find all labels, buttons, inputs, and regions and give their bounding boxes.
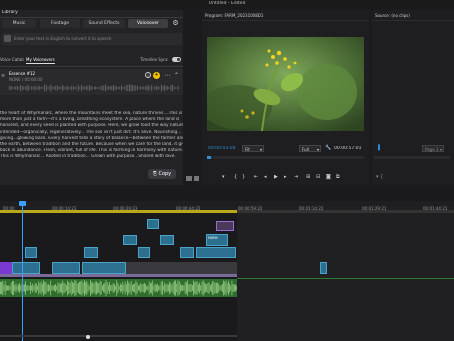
source-transport: ▾ { bbox=[376, 174, 384, 180]
source-scrubber[interactable] bbox=[374, 156, 450, 159]
work-area-bar[interactable] bbox=[0, 210, 237, 213]
timeline-ruler[interactable]: 00:00 00:00:14:23 00:00:29:23 00:00:44:2… bbox=[0, 201, 454, 211]
subtab-voice-catalog[interactable]: Voice Catalog bbox=[0, 57, 24, 62]
go-to-in-icon[interactable]: ⇤ bbox=[254, 173, 258, 181]
out-point-icon[interactable]: } bbox=[242, 173, 245, 181]
window-title: Untitled - Edited bbox=[208, 1, 246, 6]
voice-meta: NONE / 00:00:00 bbox=[9, 77, 43, 82]
timeline-panel: 00:00 00:00:14:23 00:00:29:23 00:00:44:2… bbox=[0, 190, 454, 341]
trash-icon[interactable] bbox=[194, 176, 199, 181]
tts-input[interactable]: Enter your text in English to convert it… bbox=[2, 33, 182, 45]
video-clip[interactable] bbox=[160, 235, 174, 245]
page-select[interactable]: Page 1 ▾ bbox=[422, 145, 444, 152]
tab-voiceover[interactable]: Voiceover bbox=[128, 19, 168, 28]
camera-icon[interactable]: ◙ bbox=[326, 173, 331, 181]
playhead-marker[interactable] bbox=[207, 156, 211, 159]
add-icon[interactable]: + bbox=[153, 72, 160, 79]
export-frame-icon[interactable]: ⧉ bbox=[336, 173, 340, 181]
tab-sound-effects[interactable]: Sound Effects bbox=[83, 19, 125, 28]
playhead-handle[interactable] bbox=[19, 201, 26, 206]
play-icon[interactable]: ▶ bbox=[274, 173, 278, 181]
timeline-empty-area bbox=[237, 213, 454, 341]
quality-select[interactable]: Full ▾ bbox=[299, 145, 321, 152]
in-point-icon[interactable]: { bbox=[234, 173, 237, 181]
video-clip[interactable] bbox=[216, 221, 234, 231]
insert-icon[interactable]: ⊞ bbox=[306, 173, 310, 181]
video-track-gap bbox=[126, 262, 237, 274]
source-title: Source: (no clips) bbox=[375, 13, 410, 18]
source-monitor: Source: (no clips) ▐ Page 1 ▾ ▾ { bbox=[372, 10, 454, 185]
tab-music[interactable]: Music bbox=[2, 19, 36, 28]
step-forward-icon[interactable]: ▸ bbox=[284, 173, 287, 181]
program-monitor: Program: FARM_20231008D1 00:00:03:04 Fit… bbox=[202, 10, 369, 185]
video-clip[interactable] bbox=[25, 247, 37, 258]
duration-timecode: 00:00:57:01 bbox=[334, 146, 362, 151]
video-clip[interactable] bbox=[82, 262, 126, 274]
source-play-icon[interactable]: ▐ bbox=[376, 145, 382, 152]
timeline-scrollbar[interactable] bbox=[0, 335, 237, 337]
video-clip[interactable] bbox=[320, 262, 327, 274]
program-title: Program: FARM_20231008D1 bbox=[205, 13, 264, 18]
clip-label: FARM bbox=[208, 236, 218, 240]
current-timecode: 00:00:03:04 bbox=[208, 146, 236, 151]
timeline-sync-toggle[interactable] bbox=[172, 57, 181, 62]
title-clip[interactable] bbox=[0, 262, 12, 274]
divider bbox=[0, 66, 183, 67]
transport-controls: ▾ { } ⇤ ◂ ▶ ▸ ⇥ ⊞ ⊟ ◙ ⧉ bbox=[222, 173, 362, 181]
transcript-line: honored, and every seed is planted with … bbox=[0, 123, 183, 129]
copy-button[interactable]: ⎘ Copy bbox=[148, 169, 176, 179]
zoom-select[interactable]: Fit ▾ bbox=[242, 145, 264, 152]
video-frame bbox=[207, 37, 364, 131]
voiceover-item[interactable]: ≋ Essence #12 NONE / 00:00:00 i + ⋯ ⌃ bbox=[0, 69, 183, 95]
video-clip[interactable] bbox=[147, 219, 159, 229]
scroll-handle[interactable] bbox=[86, 335, 90, 339]
audio-track-line bbox=[237, 278, 454, 279]
video-clip[interactable] bbox=[196, 247, 236, 258]
video-clip[interactable]: FARM bbox=[206, 234, 228, 246]
copy-icon: ⎘ bbox=[152, 171, 157, 177]
transcript-line: This is Whymanalc... Rooted in tradition… bbox=[0, 154, 176, 160]
subtab-my-voiceovers[interactable]: My Voiceovers bbox=[26, 57, 60, 62]
scrubber-track[interactable] bbox=[207, 156, 364, 159]
wrench-icon[interactable]: 🔧 bbox=[325, 144, 331, 152]
playhead[interactable] bbox=[22, 201, 23, 341]
transcript: the heart of Whymanalc, where the mounta… bbox=[0, 111, 183, 167]
video-clip[interactable] bbox=[84, 247, 98, 258]
transcript-line: intended—organically, regeneratively... … bbox=[0, 129, 182, 135]
track-divider bbox=[0, 274, 237, 277]
tts-input-placeholder: Enter your text in English to convert it… bbox=[14, 36, 112, 41]
title-bar: Untitled - Edited bbox=[0, 0, 454, 9]
marker-icon[interactable]: ▾ bbox=[222, 173, 225, 181]
settings-gear-icon[interactable]: ⚙ bbox=[171, 19, 180, 28]
voice-name: Essence #12 bbox=[9, 71, 36, 76]
audio-wave-icon: ≋ bbox=[1, 73, 6, 79]
video-clip[interactable] bbox=[52, 262, 80, 274]
divider bbox=[0, 17, 183, 18]
tab-footage[interactable]: Footage bbox=[40, 19, 80, 28]
more-icon[interactable]: ⋯ bbox=[163, 71, 172, 80]
audio-waveform bbox=[0, 280, 237, 296]
library-panel: Library Music Footage Sound Effects Voic… bbox=[0, 10, 183, 185]
go-to-out-icon[interactable]: ⇥ bbox=[294, 173, 298, 181]
chevron-up-icon[interactable]: ⌃ bbox=[172, 71, 181, 80]
video-clip[interactable] bbox=[180, 247, 194, 258]
folder-icon[interactable] bbox=[186, 176, 192, 181]
video-clip[interactable] bbox=[12, 262, 40, 274]
info-icon[interactable]: i bbox=[145, 72, 151, 78]
audio-clip-music[interactable] bbox=[0, 279, 237, 297]
prompt-icon bbox=[4, 35, 11, 42]
subtab-underline bbox=[26, 63, 55, 64]
overwrite-icon[interactable]: ⊟ bbox=[316, 173, 320, 181]
voice-waveform bbox=[9, 84, 179, 92]
video-clip[interactable] bbox=[123, 235, 137, 245]
video-clip[interactable] bbox=[138, 247, 150, 258]
timeline-sync-label: Timeline Sync bbox=[140, 57, 168, 62]
library-title: Library bbox=[2, 10, 18, 15]
step-back-icon[interactable]: ◂ bbox=[264, 173, 267, 181]
